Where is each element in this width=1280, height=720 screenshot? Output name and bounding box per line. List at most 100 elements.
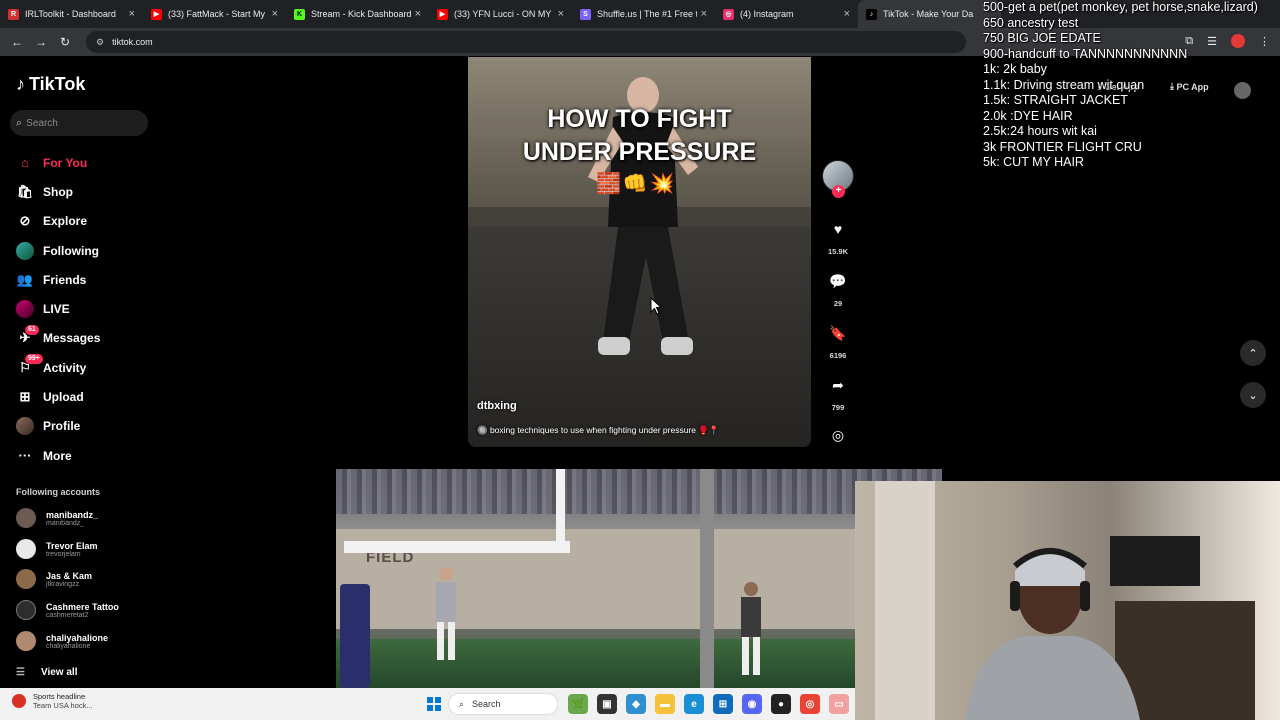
- tab-favicon: ▶: [151, 8, 162, 20]
- following-account[interactable]: Trevor Elam trevorjelam: [16, 539, 98, 559]
- goal-line: 1k: 2k baby: [983, 62, 1047, 76]
- like-button[interactable]: ♥ 15.9K: [822, 216, 854, 256]
- nav-label: More: [43, 448, 72, 463]
- video-player-figure: [436, 567, 456, 660]
- windows-taskbar: Sports headline Team USA hock... ⌕ Search …: [0, 688, 855, 720]
- comment-count: 29: [833, 299, 843, 308]
- sidebar-nav: ⌂ For You 🛍 Shop ⊘ Explore Following 👥 Frien…: [16, 148, 100, 470]
- account-name: chaliyahalione: [46, 632, 109, 643]
- video-goalpost-upright: [556, 469, 565, 553]
- tab-favicon: ♪: [866, 8, 877, 20]
- home-icon: ⌂: [21, 155, 29, 171]
- save-count: 6196: [829, 351, 847, 360]
- next-video-button[interactable]: ⌄: [1240, 382, 1266, 408]
- search-icon: ⌕: [16, 116, 23, 129]
- nav-live[interactable]: LIVE: [16, 294, 100, 323]
- search-input[interactable]: ⌕ Search: [10, 110, 148, 136]
- nav-messages[interactable]: ✈ 61 Messages: [16, 324, 100, 353]
- widgets-icon[interactable]: 🌿: [568, 694, 588, 714]
- file-explorer-icon[interactable]: ▬: [655, 694, 675, 714]
- following-account[interactable]: Cashmere Tattoo cashmeretat2: [16, 600, 119, 620]
- windows-start-icon[interactable]: [427, 697, 441, 711]
- goal-line: 500-get a pet(pet monkey, pet horse,snak…: [983, 0, 1258, 14]
- browser-tab-active[interactable]: ♪ TikTok - Make Your Da: [858, 0, 1001, 28]
- copilot-icon[interactable]: ◆: [626, 694, 646, 714]
- store-icon[interactable]: ⊞: [713, 694, 733, 714]
- discord-icon[interactable]: ◉: [742, 694, 762, 714]
- goal-line: 900-handcuff to TANNNNNNNNNNN: [983, 46, 1188, 61]
- browser-tab[interactable]: R IRLToolkit - Dashboard ×: [0, 0, 143, 28]
- site-info-icon[interactable]: ⚙: [96, 37, 104, 48]
- url-text: tiktok.com: [112, 37, 153, 47]
- nav-following[interactable]: Following: [16, 236, 100, 265]
- next-video-player[interactable]: FIELD: [336, 469, 942, 688]
- video-goalpost: [344, 541, 570, 553]
- tab-title: Shuffle.us | The #1 Free to: [597, 9, 697, 19]
- webcam-doorway: [875, 481, 935, 720]
- mouse-cursor-icon: [650, 297, 662, 315]
- browser-tab[interactable]: K Stream - Kick Dashboard ×: [286, 0, 429, 28]
- sound-disc-button[interactable]: ◎: [822, 422, 854, 448]
- nav-profile[interactable]: Profile: [16, 412, 100, 441]
- goal-line: 3k FRONTIER FLIGHT CRU: [983, 139, 1142, 154]
- browser-tab[interactable]: ▶ (33) YFN Lucci - ON MY M ×: [429, 0, 572, 28]
- goal-line: 1.5k: STRAIGHT JACKET: [983, 93, 1128, 107]
- browser-tab[interactable]: ▶ (33) FattMack - Start My D ×: [143, 0, 286, 28]
- streamer-figure: [965, 548, 1140, 720]
- nav-friends[interactable]: 👥 Friends: [16, 265, 100, 294]
- nav-more[interactable]: ··· More: [16, 441, 100, 470]
- following-account[interactable]: manibandz_ manibandz_: [16, 508, 98, 528]
- compass-icon: ⊘: [19, 213, 31, 229]
- tab-favicon: R: [8, 8, 19, 20]
- tiktok-logo[interactable]: ♪ TikTok: [16, 74, 85, 95]
- streamer-webcam: [855, 481, 1280, 720]
- video-crowd: [336, 469, 942, 514]
- taskbar-search[interactable]: ⌕ Search: [448, 693, 558, 715]
- video-pole: [700, 469, 714, 688]
- close-icon[interactable]: ×: [844, 8, 850, 20]
- browser-tab[interactable]: ◎ (4) Instagram ×: [715, 0, 858, 28]
- taskbar-search-placeholder: Search: [472, 699, 501, 709]
- back-icon[interactable]: ←: [6, 31, 28, 53]
- music-disc-icon: ◎: [831, 426, 845, 443]
- tab-favicon: K: [294, 8, 305, 20]
- browser-tab[interactable]: S Shuffle.us | The #1 Free to ×: [572, 0, 715, 28]
- url-bar[interactable]: ⚙ tiktok.com: [86, 31, 966, 53]
- nav-explore[interactable]: ⊘ Explore: [16, 207, 100, 236]
- previous-video-button[interactable]: ⌃: [1240, 340, 1266, 366]
- goal-line: 2.0k :DYE HAIR: [983, 108, 1073, 123]
- avatar-icon: [16, 417, 34, 436]
- chrome-icon[interactable]: ◎: [800, 694, 820, 714]
- follow-plus-icon[interactable]: +: [832, 185, 845, 198]
- news-line: Sports headline: [33, 692, 86, 701]
- comment-button[interactable]: 💬 29: [822, 268, 854, 309]
- close-icon[interactable]: ×: [701, 8, 707, 20]
- forward-icon[interactable]: →: [30, 31, 52, 53]
- news-widget[interactable]: Sports headline Team USA hock...: [12, 692, 93, 710]
- nav-label: Profile: [43, 419, 81, 434]
- obs-icon[interactable]: ●: [771, 694, 791, 714]
- nav-upload[interactable]: ⊞ Upload: [16, 382, 100, 411]
- video-player[interactable]: HOW TO FIGHT UNDER PRESSURE 🧱👊💥 dtbxing …: [468, 57, 811, 447]
- video-author[interactable]: dtbxing: [477, 400, 517, 412]
- share-button[interactable]: ➦ 799: [822, 372, 854, 413]
- following-account[interactable]: Jas & Kam jtkravingzz: [16, 569, 92, 589]
- view-all-button[interactable]: ☰ View all: [16, 667, 77, 678]
- close-icon[interactable]: ×: [558, 8, 564, 20]
- search-placeholder: Search: [26, 117, 58, 129]
- nav-for-you[interactable]: ⌂ For You: [16, 148, 100, 177]
- following-account[interactable]: chaliyahalione chaliyahalione: [16, 631, 108, 651]
- reload-icon[interactable]: ↻: [54, 31, 76, 53]
- nav-shop[interactable]: 🛍 Shop: [16, 177, 100, 206]
- like-count: 15.9K: [827, 247, 848, 256]
- more-icon: ···: [18, 448, 32, 464]
- nav-activity[interactable]: ⚐ 99+ Activity: [16, 353, 100, 382]
- app-icon[interactable]: ▭: [829, 694, 849, 714]
- save-button[interactable]: 🔖 6196: [822, 320, 854, 361]
- caption-emoji-icon: 🔘: [477, 425, 490, 435]
- edge-icon[interactable]: e: [684, 694, 704, 714]
- close-icon[interactable]: ×: [415, 8, 421, 20]
- task-view-icon[interactable]: ▣: [597, 694, 617, 714]
- close-icon[interactable]: ×: [272, 8, 278, 20]
- close-icon[interactable]: ×: [129, 8, 135, 20]
